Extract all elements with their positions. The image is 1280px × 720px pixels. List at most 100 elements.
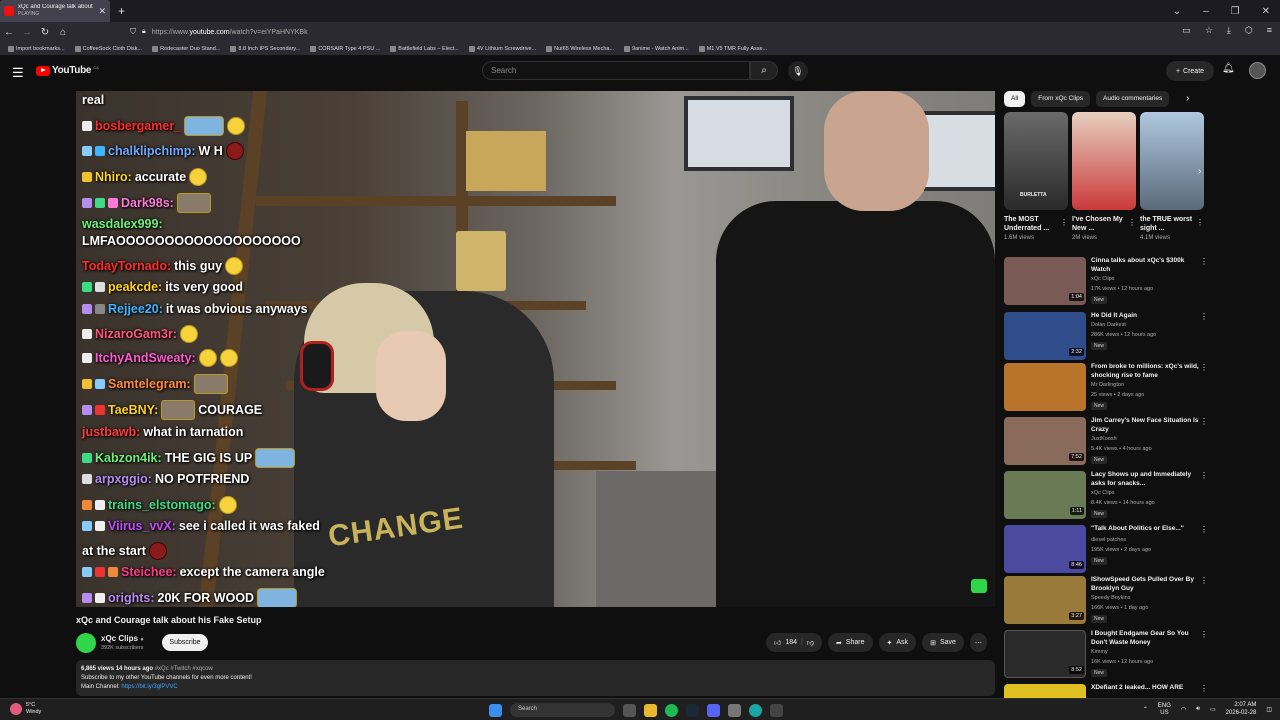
close-tab-icon[interactable]: ✕ [98, 6, 106, 17]
rec-title[interactable]: He Did It Again [1091, 312, 1199, 321]
save-button[interactable]: ⊞ Save [922, 633, 964, 652]
bookmark-item[interactable]: CoffeeSock Cloth Disk... [74, 45, 142, 52]
browser-tab[interactable]: xQc and Courage talk about hi PLAYING ✕ [0, 0, 110, 22]
address-bar[interactable]: ⛉ 🔒︎ https://www.youtube.com/watch?v=eiY… [130, 25, 1080, 39]
voice-search-icon[interactable]: 🎙︎ [788, 61, 808, 81]
rec-title[interactable]: I Bought Endgame Gear So You Don't Waste… [1091, 630, 1199, 647]
clock[interactable]: 2:07 AM 2026-02-28 [1226, 702, 1257, 717]
minimize-icon[interactable]: – [1203, 6, 1209, 17]
rec-channel[interactable]: Dolan Darkest [1091, 322, 1126, 328]
subscribe-button[interactable]: Subscribe [162, 634, 208, 651]
short-title[interactable]: the TRUE worst sight ... [1140, 215, 1196, 233]
ask-button[interactable]: ✦ Ask [878, 633, 917, 652]
more-vert-icon[interactable]: ⋮ [1196, 218, 1204, 227]
rec-title[interactable]: Lacy Shows up and Immediately asks for s… [1091, 471, 1199, 488]
short-thumbnail[interactable] [1072, 112, 1136, 210]
battery-icon[interactable]: ▭ [1210, 706, 1216, 713]
channel-avatar[interactable] [76, 633, 96, 653]
steam-icon[interactable] [686, 703, 699, 717]
bookmark-item[interactable]: M1 V5 TMR Fully Asse... [698, 45, 767, 52]
short-item[interactable]: BURLETTA The MOST Underrated ... 1.6M vi… [1004, 112, 1068, 241]
like-button[interactable]: 👍︎ 184 | 👎︎ [766, 633, 822, 652]
more-vert-icon[interactable]: ⋮ [1200, 257, 1208, 266]
more-vert-icon[interactable]: ⋮ [1200, 417, 1208, 426]
thumbs-down-icon[interactable]: 👎︎ [807, 638, 814, 647]
recommended-video[interactable]: From broke to millions: xQc's wild, shoc… [1004, 363, 1274, 417]
more-vert-icon[interactable]: ⋮ [1200, 312, 1208, 321]
bookmark-item[interactable]: 9anime - Watch Anim... [624, 45, 689, 52]
new-tab-button[interactable]: + [118, 4, 125, 18]
chip-audio-commentaries[interactable]: Audio commentaries [1096, 91, 1170, 107]
recommended-video[interactable]: 1:04 Cinna talks about xQc's $300k Watch… [1004, 257, 1274, 311]
menu-hamburger-icon[interactable]: ≡ [1267, 25, 1272, 36]
notifications-bell-icon[interactable]: 🔔︎ [1222, 63, 1235, 74]
recommended-video[interactable]: XDefiant 2 leaked... HOW ARE ⋮ [1004, 684, 1274, 698]
short-item[interactable]: I've Chosen My New ... 2M views ⋮ [1072, 112, 1136, 241]
shield-icon[interactable]: ⛉ [130, 27, 136, 37]
rec-title[interactable]: XDefiant 2 leaked... HOW ARE [1091, 684, 1199, 693]
tray-overflow-icon[interactable]: ⌃ [1143, 706, 1148, 713]
rec-title[interactable]: From broke to millions: xQc's wild, shoc… [1091, 363, 1199, 380]
rec-title[interactable]: Jim Carrey's New Face Situation Is Crazy [1091, 417, 1199, 434]
more-vert-icon[interactable]: ⋮ [1060, 218, 1068, 227]
browser-icon[interactable] [749, 703, 762, 717]
recommended-video[interactable]: 8:46 "Talk About Politics or Else..." di… [1004, 525, 1274, 579]
short-title[interactable]: I've Chosen My New ... [1072, 215, 1128, 233]
recommended-video[interactable]: 7:52 Jim Carrey's New Face Situation Is … [1004, 417, 1274, 471]
bookmark-item[interactable]: Battlefield Labs – Elect... [390, 45, 459, 52]
share-button[interactable]: ➦ Share [827, 633, 873, 652]
more-vert-icon[interactable]: ⋮ [1200, 576, 1208, 585]
extensions-icon[interactable]: ⬡ [1245, 25, 1253, 36]
rec-channel[interactable]: JustKoosh [1091, 436, 1117, 442]
more-vert-icon[interactable]: ⋮ [1200, 363, 1208, 372]
more-vert-icon[interactable]: ⋮ [1200, 684, 1208, 693]
recommended-video[interactable]: 1:11 Lacy Shows up and Immediately asks … [1004, 471, 1274, 525]
spotify-icon[interactable] [665, 703, 678, 717]
video-player[interactable]: CHANGE real bosbergamer_ chalklipchimp: W… [76, 91, 995, 607]
bookmark-item[interactable]: 8.8 Inch IPS Secondary... [230, 45, 300, 52]
short-thumbnail[interactable] [1140, 112, 1204, 210]
bookmark-star-icon[interactable]: ☆ [1205, 25, 1213, 36]
bookmark-item[interactable]: Nut65 Wireless Mecha... [546, 45, 614, 52]
maximize-icon[interactable]: ❐ [1231, 6, 1240, 17]
settings-gear-icon[interactable] [728, 703, 741, 717]
more-vert-icon[interactable]: ⋮ [1200, 471, 1208, 480]
chip-from-channel[interactable]: From xQc Clips [1031, 91, 1091, 107]
guide-menu-icon[interactable]: ☰ [12, 65, 24, 81]
short-title[interactable]: The MOST Underrated ... [1004, 215, 1060, 233]
recommended-video[interactable]: 8:52 I Bought Endgame Gear So You Don't … [1004, 630, 1274, 684]
bookmark-item[interactable]: Import bookmarks... [8, 45, 65, 52]
window-close-icon[interactable]: ✕ [1262, 6, 1270, 17]
recommended-video[interactable]: 3:27 IShowSpeed Gets Pulled Over By Broo… [1004, 576, 1274, 630]
rec-title[interactable]: IShowSpeed Gets Pulled Over By Brooklyn … [1091, 576, 1199, 593]
weather-widget[interactable]: 5°C Windy [10, 702, 41, 716]
start-windows-icon[interactable] [489, 703, 502, 717]
wifi-icon[interactable]: ◠ [1181, 706, 1186, 713]
rec-channel[interactable]: xQc Clips [1091, 276, 1115, 282]
picture-in-picture-icon[interactable]: ▭ [1182, 25, 1191, 36]
search-input[interactable]: Search [482, 61, 750, 80]
discord-icon[interactable] [707, 703, 720, 717]
description-link[interactable]: https://bit.ly/3glPVVC [121, 684, 177, 690]
lock-icon[interactable]: 🔒︎ [142, 28, 146, 36]
search-button[interactable]: ⌕ [750, 61, 778, 80]
short-item[interactable]: the TRUE worst sight ... 4.1M views ⋮ [1140, 112, 1204, 241]
chevron-right-icon[interactable]: › [1186, 93, 1189, 104]
rec-channel[interactable]: Speedy Boykins [1091, 595, 1130, 601]
tab-list-icon[interactable]: ⌄ [1173, 6, 1181, 17]
video-thumbnail[interactable] [1004, 684, 1086, 698]
bookmark-item[interactable]: Rodecaster Duo Stand... [152, 45, 220, 52]
more-vert-icon[interactable]: ⋮ [1128, 218, 1136, 227]
youtube-logo[interactable]: YouTube CA [36, 65, 99, 76]
channel-watermark-icon[interactable] [971, 579, 987, 593]
downloads-icon[interactable]: ⤓ [1227, 25, 1231, 36]
home-icon[interactable]: ⌂ [54, 27, 72, 38]
more-vert-icon[interactable]: ⋮ [1200, 630, 1208, 639]
description-box[interactable]: 6,865 views 14 hours ago #xQc #Twitch #x… [76, 660, 995, 696]
more-actions-icon[interactable]: ⋯ [969, 633, 987, 652]
create-button[interactable]: + Create [1166, 61, 1214, 81]
rec-channel[interactable]: Kimmy [1091, 649, 1108, 655]
bookmark-item[interactable]: 4V Lithium Screwdrive... [468, 45, 536, 52]
chip-all[interactable]: All [1004, 91, 1026, 107]
reload-icon[interactable]: ↻ [36, 27, 54, 38]
